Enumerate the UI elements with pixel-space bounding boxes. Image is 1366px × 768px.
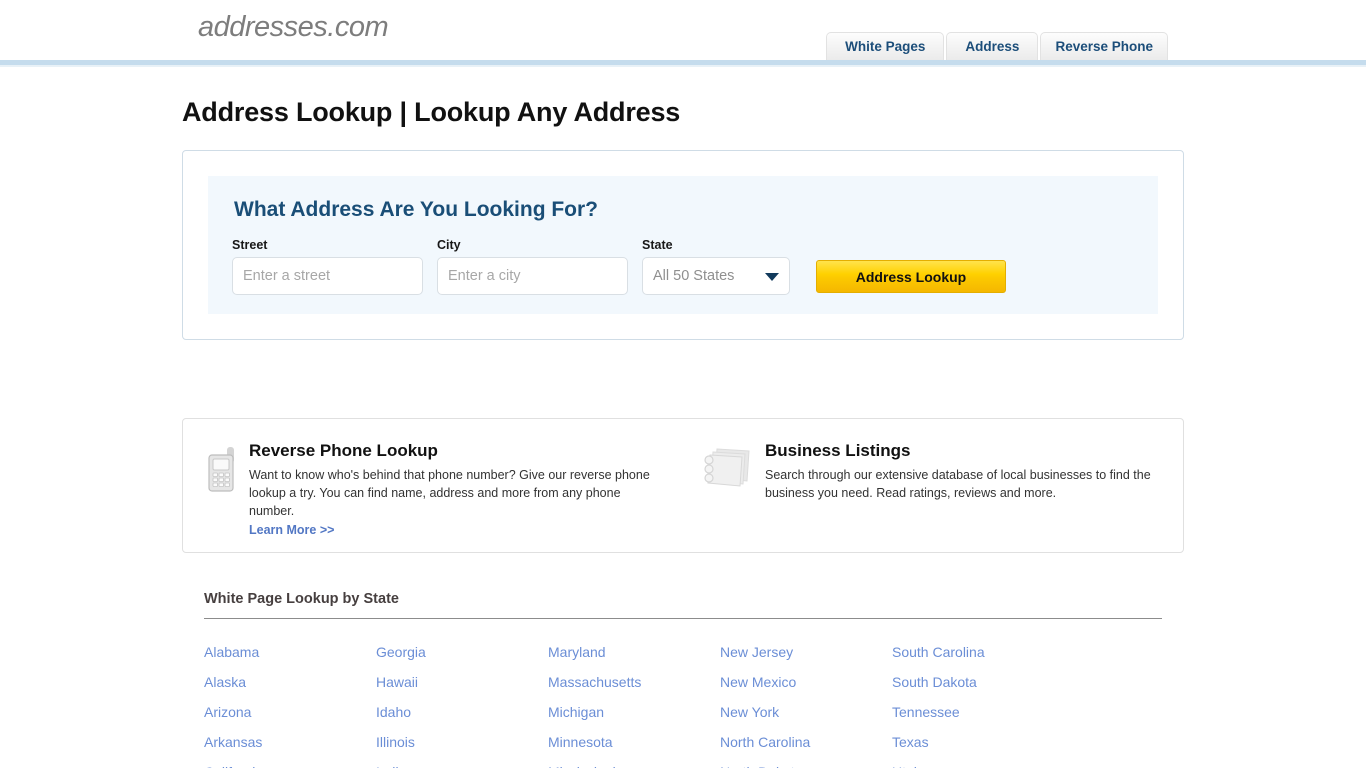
address-search-inner: What Address Are You Looking For? Street…	[208, 176, 1158, 314]
business-directory-icon	[703, 441, 755, 552]
site-logo[interactable]: addresses.com	[198, 11, 389, 44]
state-link[interactable]: Mississippi	[548, 757, 720, 768]
content-container: Address Lookup | Lookup Any Address What…	[182, 67, 1184, 768]
states-column: Georgia Hawaii Idaho Illinois Indiana	[376, 637, 548, 768]
state-link[interactable]: Texas	[892, 727, 1064, 757]
state-link[interactable]: Indiana	[376, 757, 548, 768]
states-column: New Jersey New Mexico New York North Car…	[720, 637, 892, 768]
state-link[interactable]: California	[204, 757, 376, 768]
states-heading: White Page Lookup by State	[204, 591, 399, 607]
states-divider	[204, 618, 1162, 619]
states-grid: Alabama Alaska Arizona Arkansas Californ…	[204, 637, 1162, 768]
page-title: Address Lookup | Lookup Any Address	[182, 97, 681, 127]
feature-title: Reverse Phone Lookup	[249, 441, 438, 460]
states-section: White Page Lookup by State Alabama Alask…	[182, 591, 1184, 768]
state-link[interactable]: South Dakota	[892, 667, 1064, 697]
states-column: Maryland Massachusetts Michigan Minnesot…	[548, 637, 720, 768]
feature-business-listings: Business Listings Search through our ext…	[687, 441, 1161, 552]
address-lookup-button[interactable]: Address Lookup	[816, 260, 1006, 293]
state-link[interactable]: New Mexico	[720, 667, 892, 697]
state-link[interactable]: Arkansas	[204, 727, 376, 757]
state-select[interactable]: All 50 States	[642, 257, 790, 295]
feature-reverse-phone-text: Reverse Phone Lookup Want to know who's …	[249, 441, 659, 552]
feature-reverse-phone: Reverse Phone Lookup Want to know who's …	[205, 441, 687, 552]
city-label: City	[437, 238, 461, 252]
street-label: Street	[232, 238, 268, 252]
nav-tab-white-pages[interactable]: White Pages	[826, 32, 945, 60]
states-column: South Carolina South Dakota Tennessee Te…	[892, 637, 1064, 768]
state-link[interactable]: North Carolina	[720, 727, 892, 757]
street-input[interactable]	[232, 257, 423, 295]
state-link[interactable]: Michigan	[548, 697, 720, 727]
city-input[interactable]	[437, 257, 628, 295]
search-heading: What Address Are You Looking For?	[234, 198, 599, 221]
street-field-group: Street	[232, 238, 423, 295]
address-search-panel: What Address Are You Looking For? Street…	[182, 150, 1184, 340]
state-field-group: State All 50 States	[642, 238, 790, 295]
state-select-wrapper: All 50 States	[642, 257, 790, 295]
feature-description: Search through our extensive database of…	[765, 468, 1151, 500]
state-link[interactable]: Arizona	[204, 697, 376, 727]
feature-business-listings-text: Business Listings Search through our ext…	[765, 441, 1161, 552]
state-link[interactable]: Hawaii	[376, 667, 548, 697]
state-link[interactable]: North Dakota	[720, 757, 892, 768]
states-column: Alabama Alaska Arizona Arkansas Californ…	[204, 637, 376, 768]
state-link[interactable]: Maryland	[548, 637, 720, 667]
state-link[interactable]: Illinois	[376, 727, 548, 757]
state-link[interactable]: Georgia	[376, 637, 548, 667]
state-link[interactable]: Tennessee	[892, 697, 1064, 727]
cell-phone-icon	[205, 441, 239, 552]
site-header: addresses.com White Pages Address Revers…	[0, 0, 1366, 60]
state-link[interactable]: New Jersey	[720, 637, 892, 667]
state-link[interactable]: Alabama	[204, 637, 376, 667]
address-search-form: Street City State All 50 States	[232, 238, 1134, 295]
state-link[interactable]: South Carolina	[892, 637, 1064, 667]
state-label: State	[642, 238, 673, 252]
learn-more-link[interactable]: Learn More >>	[249, 523, 334, 537]
state-link[interactable]: Idaho	[376, 697, 548, 727]
feature-title: Business Listings	[765, 441, 911, 460]
features-panel: Reverse Phone Lookup Want to know who's …	[182, 418, 1184, 553]
nav-tab-reverse-phone[interactable]: Reverse Phone	[1040, 32, 1168, 60]
state-link[interactable]: New York	[720, 697, 892, 727]
main-navigation: White Pages Address Reverse Phone	[826, 32, 1168, 60]
state-link[interactable]: Utah	[892, 757, 1064, 768]
page-body: Address Lookup | Lookup Any Address What…	[0, 67, 1366, 768]
state-link[interactable]: Alaska	[204, 667, 376, 697]
city-field-group: City	[437, 238, 628, 295]
feature-description: Want to know who's behind that phone num…	[249, 468, 650, 518]
nav-tab-address[interactable]: Address	[946, 32, 1039, 60]
state-link[interactable]: Massachusetts	[548, 667, 720, 697]
state-link[interactable]: Minnesota	[548, 727, 720, 757]
